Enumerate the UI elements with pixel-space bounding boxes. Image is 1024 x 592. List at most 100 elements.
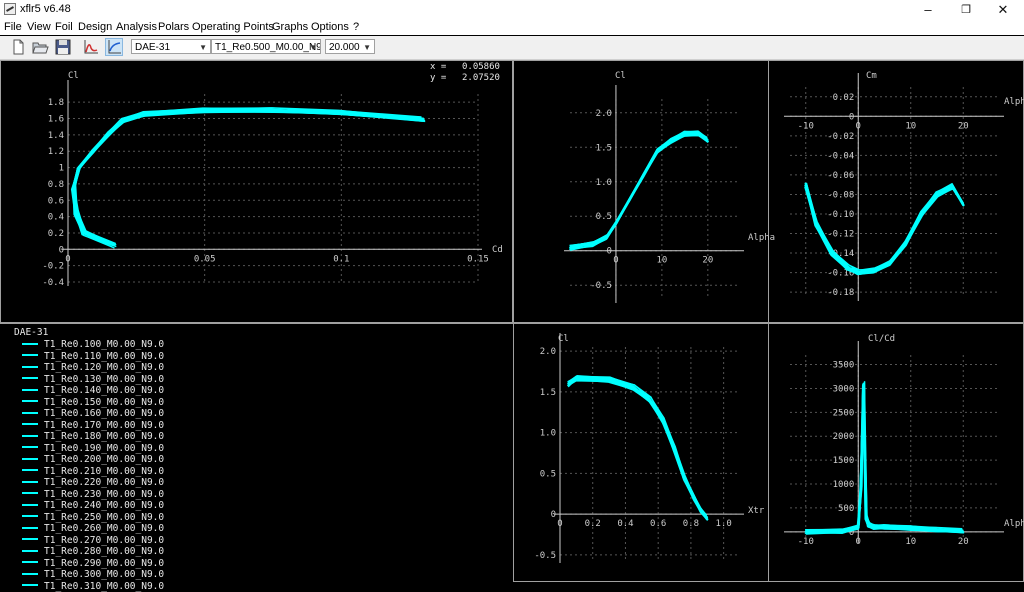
y-tick-label: 0 xyxy=(59,245,64,255)
legend-item[interactable]: T1_Re0.310_M0.00_N9.0 xyxy=(22,581,164,592)
y-tick-label: -0.5 xyxy=(590,281,612,291)
opp-select[interactable]: 20.000 ▼ xyxy=(325,39,375,54)
legend-item[interactable]: T1_Re0.180_M0.00_N9.0 xyxy=(22,431,164,442)
polar-curve xyxy=(569,132,709,249)
menu-operating-points[interactable]: Operating Points xyxy=(192,21,274,33)
chart-cm-vs-alpha: -10010200.020-0.02-0.04-0.06-0.08-0.10-0… xyxy=(784,71,1024,301)
y-tick-label: 0 xyxy=(607,247,612,257)
y-axis-label: Cl/Cd xyxy=(868,334,895,344)
panel-border-cl-cd xyxy=(0,60,513,323)
chevron-down-icon: ▼ xyxy=(199,43,207,52)
legend-item[interactable]: T1_Re0.220_M0.00_N9.0 xyxy=(22,477,164,488)
polar-curve xyxy=(568,375,709,521)
legend-swatch xyxy=(22,400,38,402)
legend-item[interactable]: T1_Re0.100_M0.00_N9.0 xyxy=(22,339,164,350)
y-tick-label: 0.4 xyxy=(48,213,64,223)
legend-item[interactable]: T1_Re0.160_M0.00_N9.0 xyxy=(22,408,164,419)
opp-view-icon[interactable] xyxy=(82,38,100,56)
polar-select[interactable]: T1_Re0.500_M0.00_N9.0 ▼ xyxy=(211,39,321,54)
polar-curve xyxy=(569,131,708,248)
y-tick-label: -0.06 xyxy=(827,171,854,181)
polar-curve xyxy=(569,131,708,247)
foil-select[interactable]: DAE-31 ▼ xyxy=(131,39,211,54)
polar-curve xyxy=(73,109,425,247)
polar-curve xyxy=(805,384,965,533)
x-tick-label: 0.6 xyxy=(650,519,666,529)
polar-curve xyxy=(805,383,964,533)
legend-label: T1_Re0.120_M0.00_N9.0 xyxy=(44,362,165,373)
x-tick-label: 0.05 xyxy=(194,254,216,264)
legend-item[interactable]: T1_Re0.280_M0.00_N9.0 xyxy=(22,546,164,557)
legend-item[interactable]: T1_Re0.210_M0.00_N9.0 xyxy=(22,466,164,477)
legend-item[interactable]: T1_Re0.240_M0.00_N9.0 xyxy=(22,500,164,511)
legend-item[interactable]: T1_Re0.270_M0.00_N9.0 xyxy=(22,535,164,546)
legend-label: T1_Re0.250_M0.00_N9.0 xyxy=(44,511,165,523)
legend-label: T1_Re0.190_M0.00_N9.0 xyxy=(44,442,165,454)
menu-bar: File View Foil Design Analysis Polars Op… xyxy=(0,20,1024,35)
new-file-icon[interactable] xyxy=(9,38,27,56)
legend-item[interactable]: T1_Re0.190_M0.00_N9.0 xyxy=(22,443,164,454)
maximize-icon[interactable]: ❐ xyxy=(951,1,981,19)
open-folder-icon[interactable] xyxy=(31,38,49,56)
polar-curve xyxy=(72,110,423,245)
legend-item[interactable]: T1_Re0.150_M0.00_N9.0 xyxy=(22,397,164,408)
save-icon[interactable] xyxy=(54,38,72,56)
legend-item[interactable]: T1_Re0.260_M0.00_N9.0 xyxy=(22,523,164,534)
legend-item[interactable]: T1_Re0.120_M0.00_N9.0 xyxy=(22,362,164,373)
x-axis-label: Alpha xyxy=(1004,519,1024,529)
menu-options[interactable]: Options xyxy=(311,21,349,33)
x-tick-label: 1.0 xyxy=(716,519,732,529)
legend-item[interactable]: T1_Re0.110_M0.00_N9.0 xyxy=(22,351,164,362)
polar-curve xyxy=(568,377,709,518)
menu-polars[interactable]: Polars xyxy=(158,21,189,33)
legend-item[interactable]: T1_Re0.300_M0.00_N9.0 xyxy=(22,569,164,580)
x-tick-label: 0.4 xyxy=(617,519,633,529)
polar-curve xyxy=(73,107,426,247)
polar-curve xyxy=(805,385,964,534)
legend-item[interactable]: T1_Re0.290_M0.00_N9.0 xyxy=(22,558,164,569)
menu-design[interactable]: Design xyxy=(78,21,112,33)
y-tick-label: 1 xyxy=(59,164,64,174)
polar-curve xyxy=(72,109,422,248)
polar-curve xyxy=(570,131,709,247)
menu-help[interactable]: ? xyxy=(353,21,359,33)
polar-view-icon[interactable] xyxy=(105,38,123,56)
legend-item[interactable]: T1_Re0.140_M0.00_N9.0 xyxy=(22,385,164,396)
menu-file[interactable]: File xyxy=(4,21,22,33)
y-tick-label: 0.6 xyxy=(48,196,64,206)
x-axis-label: Xtr xyxy=(748,506,765,516)
legend-item[interactable]: T1_Re0.230_M0.00_N9.0 xyxy=(22,489,164,500)
legend-item[interactable]: T1_Re0.250_M0.00_N9.0 xyxy=(22,512,164,523)
polar-curve xyxy=(567,375,709,519)
menu-view[interactable]: View xyxy=(27,21,51,33)
legend-item[interactable]: T1_Re0.200_M0.00_N9.0 xyxy=(22,454,164,465)
y-tick-label: -0.10 xyxy=(827,210,854,220)
polar-curve xyxy=(569,133,708,249)
polar-curve xyxy=(567,378,708,519)
legend-label: T1_Re0.170_M0.00_N9.0 xyxy=(44,419,165,431)
panel-border-cl-alpha xyxy=(513,60,769,323)
y-tick-label: 3000 xyxy=(833,384,855,394)
polar-curve xyxy=(569,132,709,248)
menu-graphs[interactable]: Graphs xyxy=(272,21,308,33)
menu-analysis[interactable]: Analysis xyxy=(116,21,157,33)
legend-swatch xyxy=(22,526,38,529)
x-tick-label: 20 xyxy=(958,537,969,547)
y-tick-label: 500 xyxy=(838,504,854,514)
legend-item[interactable]: T1_Re0.170_M0.00_N9.0 xyxy=(22,420,164,431)
legend-swatch xyxy=(22,492,38,494)
close-icon[interactable]: ✕ xyxy=(988,1,1018,19)
minimize-icon[interactable]: – xyxy=(913,1,943,19)
polar-curve xyxy=(806,381,963,535)
app-icon xyxy=(4,3,16,15)
legend-label: T1_Re0.220_M0.00_N9.0 xyxy=(44,477,165,488)
legend-item[interactable]: T1_Re0.130_M0.00_N9.0 xyxy=(22,374,164,385)
polar-curve xyxy=(72,109,424,246)
chart-cl-vs-xtr: 00.20.40.60.81.0-0.500.51.01.52.0XtrCl xyxy=(534,333,765,563)
menu-foil[interactable]: Foil xyxy=(55,21,73,33)
y-tick-label: 1.2 xyxy=(48,147,64,157)
polar-curve xyxy=(567,377,708,519)
polar-select-value: T1_Re0.500_M0.00_N9.0 xyxy=(215,42,321,53)
y-tick-label: -0.12 xyxy=(827,230,854,240)
chevron-down-icon: ▼ xyxy=(363,43,371,52)
